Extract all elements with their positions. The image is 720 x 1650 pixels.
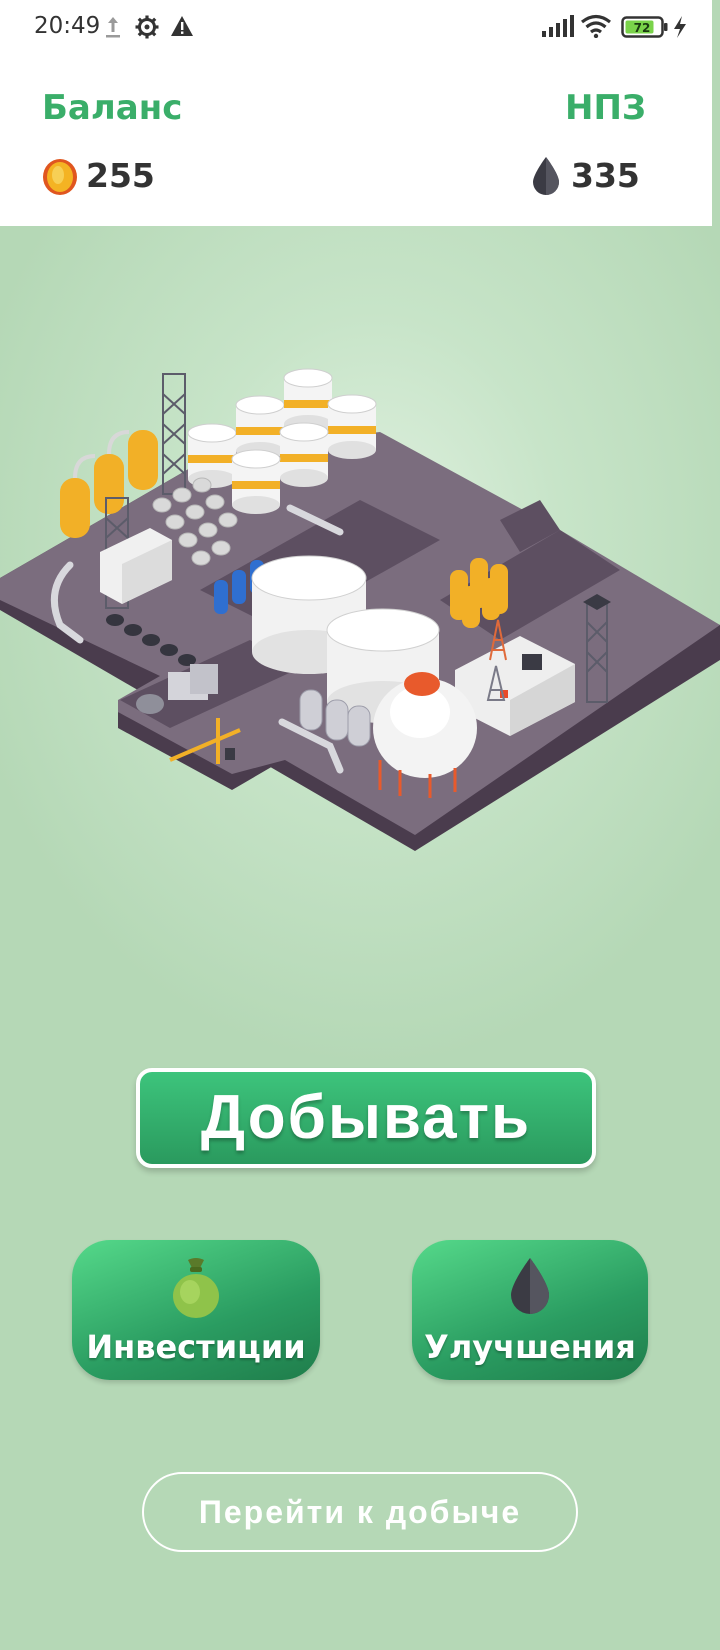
balance-value: 255: [86, 156, 155, 195]
coin-icon: [43, 159, 77, 195]
upgrades-button[interactable]: Улучшения: [412, 1240, 648, 1380]
upload-icon: [106, 17, 120, 38]
charging-icon: [674, 16, 686, 38]
money-bag-icon: [173, 1258, 219, 1318]
warning-icon: [171, 16, 193, 36]
oil-drop-icon: [533, 157, 559, 195]
signal-icon: [542, 15, 574, 37]
battery-icon: 72: [621, 16, 668, 38]
investments-button[interactable]: Инвестиции: [72, 1240, 320, 1380]
upgrades-label: Улучшения: [424, 1328, 636, 1366]
refinery-label: НПЗ: [565, 88, 647, 128]
battery-level-text: 72: [634, 21, 651, 35]
refinery-illustration: [0, 368, 720, 851]
status-bar: 20:49 72: [0, 0, 712, 56]
go-to-mining-button[interactable]: Перейти к добыче: [142, 1472, 578, 1552]
investments-label: Инвестиции: [86, 1328, 306, 1366]
header-panel: 20:49 72 Баланс НПЗ 255 335: [0, 0, 712, 226]
wifi-icon: [581, 14, 611, 38]
gear-icon: [135, 15, 159, 39]
mine-button[interactable]: Добывать: [136, 1068, 596, 1168]
refinery-value: 335: [571, 156, 640, 195]
balance-label: Баланс: [42, 88, 183, 128]
oil-drop-icon: [511, 1258, 549, 1314]
status-time: 20:49: [34, 13, 101, 39]
